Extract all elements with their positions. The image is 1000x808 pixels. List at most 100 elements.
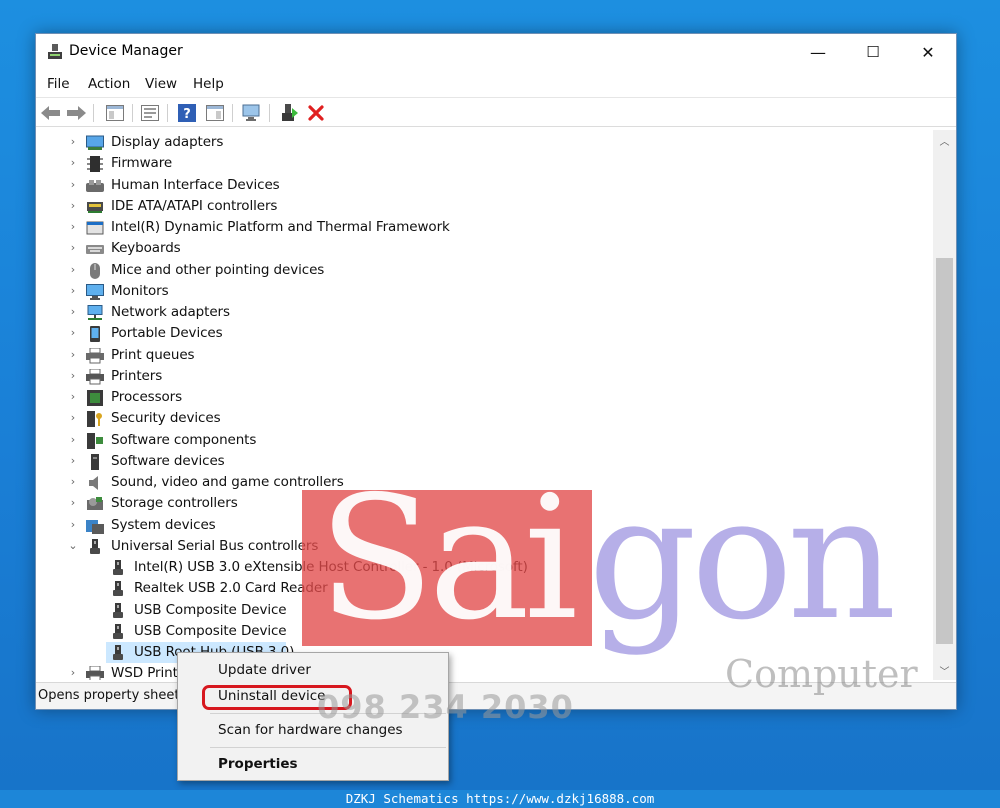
menu-help[interactable]: Help [193,76,224,92]
usb-icon [109,560,127,576]
ide-controller-icon [86,199,104,215]
software-device-icon [86,453,104,470]
tree-category[interactable]: › IDE ATA/ATAPI controllers [36,196,916,217]
tree-category[interactable]: › Printers [36,366,916,387]
tree-item-label: Mice and other pointing devices [111,261,325,278]
expand-chevron-right-icon[interactable]: › [68,390,78,403]
window-title: Device Manager [69,43,183,59]
tree-category[interactable]: › Firmware [36,153,916,174]
network-adapter-icon [86,305,104,321]
device-manager-app-icon [48,44,62,59]
expand-chevron-right-icon[interactable]: › [68,411,78,424]
usb-icon [109,602,127,619]
tree-item-label: Software devices [111,452,225,469]
expand-chevron-down-icon[interactable]: ⌄ [68,539,78,552]
expand-chevron-right-icon[interactable]: › [68,666,78,679]
scrollbar-thumb[interactable] [936,258,953,644]
tree-item-label: Network adapters [111,304,230,320]
scroll-down-arrow-icon[interactable]: ﹀ [933,660,956,680]
expand-chevron-right-icon[interactable]: › [68,156,78,169]
menu-view[interactable]: View [145,76,177,92]
expand-chevron-right-icon[interactable]: › [68,284,78,297]
display-adapter-icon [86,135,104,151]
expand-chevron-right-icon[interactable]: › [68,518,78,531]
expand-chevron-right-icon[interactable]: › [68,496,78,509]
maximize-button[interactable]: ☐ [847,34,899,70]
tree-category[interactable]: › Print queues [36,345,916,366]
ctx-update-driver[interactable]: Update driver [218,662,311,678]
software-component-icon [86,432,104,449]
firmware-icon [86,156,104,173]
scan-hardware-icon[interactable] [242,103,262,123]
sound-icon [86,475,104,491]
tree-category[interactable]: › Intel(R) Dynamic Platform and Thermal F… [36,217,916,238]
scroll-up-arrow-icon[interactable]: ︿ [933,130,956,150]
expand-chevron-right-icon[interactable]: › [68,369,78,382]
expand-chevron-right-icon[interactable]: › [68,305,78,318]
tree-item-label: Software components [111,431,257,448]
title-bar[interactable]: Device Manager — ☐ ✕ [36,34,956,70]
help-icon[interactable]: ? [177,103,197,123]
tree-item-label: System devices [111,516,216,533]
watermark-computer: Computer [725,652,918,696]
wsd-print-icon [86,665,104,680]
keyboard-icon [86,241,104,257]
expand-chevron-right-icon[interactable]: › [68,348,78,361]
tree-category[interactable]: › Keyboards [36,238,916,259]
ctx-properties[interactable]: Properties [218,756,298,772]
tree-item-label: Printers [111,367,163,384]
expand-chevron-right-icon[interactable]: › [68,241,78,254]
tree-category[interactable]: › Network adapters [36,302,916,323]
uninstall-device-icon[interactable] [306,103,326,123]
expand-chevron-right-icon[interactable]: › [68,220,78,233]
tree-item-label: Processors [111,389,183,405]
tree-category[interactable]: › Portable Devices [36,323,916,344]
watermark-phone: 098 234 2030 [317,688,574,726]
expand-chevron-right-icon[interactable]: › [68,433,78,446]
storage-controller-icon [86,496,104,512]
tree-category[interactable]: › Security devices [36,408,916,429]
show-hide-console-tree-icon[interactable] [105,103,125,123]
usb-icon [109,581,127,597]
expand-chevron-right-icon[interactable]: › [68,454,78,467]
mouse-icon [86,262,104,279]
ctx-uninstall-device[interactable]: Uninstall device [218,688,325,704]
svg-text:?: ? [183,107,191,122]
print-queue-icon [86,347,104,364]
action-pane-icon[interactable] [205,103,225,123]
back-arrow-icon[interactable] [41,103,61,123]
tree-item-label: Human Interface Devices [111,176,280,193]
tree-category[interactable]: › Software components [36,430,916,451]
vertical-scrollbar[interactable]: ︿ ﹀ [933,130,956,680]
tree-category[interactable]: › Mice and other pointing devices [36,260,916,281]
update-driver-icon[interactable] [280,103,300,123]
expand-chevron-right-icon[interactable]: › [68,263,78,276]
expand-chevron-right-icon[interactable]: › [68,199,78,212]
tree-item-label: Monitors [111,282,169,299]
footer-bar: DZKJ Schematics https://www.dzkj16888.co… [0,790,1000,808]
tree-category[interactable]: › Monitors [36,281,916,302]
expand-chevron-right-icon[interactable]: › [68,475,78,488]
forward-arrow-icon[interactable] [66,103,86,123]
close-button[interactable]: ✕ [902,34,954,70]
expand-chevron-right-icon[interactable]: › [68,135,78,148]
security-device-icon [86,411,104,428]
expand-chevron-right-icon[interactable]: › [68,326,78,339]
properties-sheet-icon[interactable] [140,103,160,123]
tree-item-label: Print queues [111,346,195,363]
tree-category[interactable]: › Display adapters [36,132,916,153]
usb-icon [109,623,127,640]
tree-item-label: USB Composite Device [134,601,287,618]
tree-item-label: IDE ATA/ATAPI controllers [111,197,278,214]
toolbar: ? [36,97,956,127]
tree-category[interactable]: › Human Interface Devices [36,175,916,196]
tree-category[interactable]: › Processors [36,387,916,408]
tree-item-label: Sound, video and game controllers [111,474,344,490]
tree-item-label: Display adapters [111,134,224,150]
monitor-icon [86,283,104,300]
minimize-button[interactable]: — [792,34,844,70]
expand-chevron-right-icon[interactable]: › [68,178,78,191]
menu-file[interactable]: File [47,76,70,92]
tree-item-label: Storage controllers [111,495,238,512]
menu-action[interactable]: Action [88,76,130,92]
